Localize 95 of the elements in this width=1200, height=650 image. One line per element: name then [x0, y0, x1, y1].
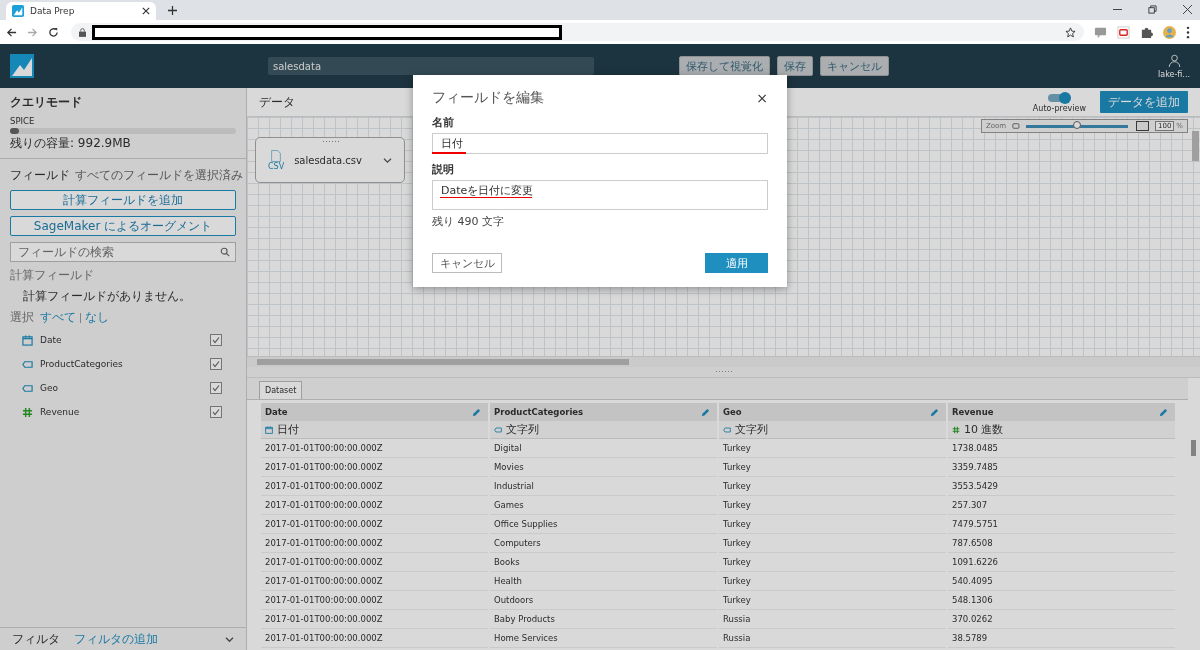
table-cell: 370.0262: [948, 610, 1175, 629]
table-cell: 540.4095: [948, 572, 1175, 591]
tab-title: Data Prep: [30, 6, 76, 16]
table-cell: Turkey: [719, 553, 946, 572]
table-cell: Baby Products: [490, 610, 717, 629]
table-cell: 2017-01-01T00:00:00.000Z: [261, 477, 488, 496]
column-header[interactable]: ProductCategories: [490, 403, 717, 421]
table-cell: 257.307: [948, 496, 1175, 515]
table-cell: 3553.5429: [948, 477, 1175, 496]
field-name: ProductCategories: [40, 359, 124, 369]
table-cell: 2017-01-01T00:00:00.000Z: [261, 458, 488, 477]
capacity-text: 残りの容量: 992.9MB: [10, 135, 132, 152]
file-name: salesdata.csv: [294, 154, 363, 166]
table-cell: 2017-01-01T00:00:00.000Z: [261, 496, 488, 515]
column-name: Date: [265, 407, 288, 417]
cancel-button[interactable]: キャンセル: [432, 253, 502, 273]
header-button[interactable]: 保存: [777, 56, 813, 76]
select-label: 選択: [10, 309, 34, 326]
table-cell: Games: [490, 496, 717, 515]
table-cell: 38.5789: [948, 629, 1175, 648]
section-title: 計算フィールド: [10, 267, 95, 284]
table-cell: Turkey: [719, 534, 946, 553]
column-header[interactable]: Revenue: [948, 403, 1175, 421]
table-cell: Books: [490, 553, 717, 572]
table-cell: Turkey: [719, 439, 946, 458]
header-button[interactable]: 保存して視覚化: [679, 56, 770, 76]
section-title: クエリモード: [10, 94, 83, 111]
fields-status: すべてのフィールドを選択済み: [75, 167, 243, 184]
table-cell: Office Supplies: [490, 515, 717, 534]
table-cell: 2017-01-01T00:00:00.000Z: [261, 591, 488, 610]
column-header[interactable]: Date: [261, 403, 488, 421]
add-data-button[interactable]: データを追加: [1100, 91, 1188, 113]
apply-button[interactable]: 適用: [705, 253, 768, 273]
table-cell: Digital: [490, 439, 717, 458]
table-cell: Computers: [490, 534, 717, 553]
column-name: ProductCategories: [494, 407, 584, 417]
table-cell: 2017-01-01T00:00:00.000Z: [261, 439, 488, 458]
header-button[interactable]: キャンセル: [820, 56, 889, 76]
table-cell: 7479.5751: [948, 515, 1175, 534]
file-type-label: CSV: [268, 161, 285, 171]
table-cell: Turkey: [719, 458, 946, 477]
field-name: Geo: [40, 383, 60, 393]
table-cell: 548.1306: [948, 591, 1175, 610]
user-name: lake-fi...: [1158, 69, 1190, 79]
table-cell: 1738.0485: [948, 439, 1175, 458]
add-calculated-field-button[interactable]: 計算フィールドを追加: [10, 190, 236, 210]
table-cell: Russia: [719, 610, 946, 629]
dataset-name-field[interactable]: salesdata: [268, 57, 594, 75]
table-cell: Turkey: [719, 496, 946, 515]
table-cell: Russia: [719, 629, 946, 648]
type-label: 10 進数: [964, 422, 1004, 437]
column-name: Revenue: [952, 407, 994, 417]
table-cell: Industrial: [490, 477, 717, 496]
type-label: 日付: [277, 422, 299, 437]
table-cell: Home Services: [490, 629, 717, 648]
table-cell: 787.6508: [948, 534, 1175, 553]
name-field[interactable]: 日付: [432, 133, 768, 154]
table-cell: 3359.7485: [948, 458, 1175, 477]
toggle-label: Auto-preview: [1032, 103, 1086, 113]
type-label: 文字列: [506, 422, 539, 437]
table-cell: 2017-01-01T00:00:00.000Z: [261, 572, 488, 591]
empty-message: 計算フィールドがありません。: [23, 288, 192, 305]
field-label: 説明: [432, 161, 455, 177]
spice-label: SPICE: [10, 116, 36, 126]
table-cell: Outdoors: [490, 591, 717, 610]
field-label: 名前: [432, 115, 455, 130]
table-cell: Turkey: [719, 591, 946, 610]
table-cell: Turkey: [719, 477, 946, 496]
search-field[interactable]: フィールドの検索: [10, 242, 236, 262]
description-field[interactable]: Dateを日付に変更: [432, 179, 768, 210]
section-title: データ: [259, 93, 295, 111]
table-cell: 2017-01-01T00:00:00.000Z: [261, 610, 488, 629]
table-cell: 1091.6226: [948, 553, 1175, 572]
data-source-card[interactable]: CSV salesdata.csv: [255, 137, 405, 183]
dataset-tab[interactable]: Dataset: [259, 381, 303, 399]
table-cell: 2017-01-01T00:00:00.000Z: [261, 553, 488, 572]
section-title: フィルタ: [12, 630, 60, 648]
type-label: 文字列: [735, 422, 768, 437]
character-count: 残り 490 文字: [432, 214, 505, 229]
section-title: フィールド: [10, 167, 70, 184]
table-cell: Health: [490, 572, 717, 591]
dialog-title: フィールドを編集: [432, 89, 544, 107]
table-cell: Turkey: [719, 515, 946, 534]
table-cell: 2017-01-01T00:00:00.000Z: [261, 629, 488, 648]
table-cell: 2017-01-01T00:00:00.000Z: [261, 515, 488, 534]
browser-tab[interactable]: Data Prep: [6, 2, 156, 20]
close-button[interactable]: ×: [756, 91, 768, 105]
column-header[interactable]: Geo: [719, 403, 946, 421]
table-cell: Turkey: [719, 572, 946, 591]
field-name: Date: [40, 335, 63, 345]
column-name: Geo: [723, 407, 742, 417]
field-name: Revenue: [40, 407, 81, 417]
table-cell: 2017-01-01T00:00:00.000Z: [261, 534, 488, 553]
sagemaker-button[interactable]: SageMaker によるオーグメント: [10, 216, 236, 236]
table-cell: Movies: [490, 458, 717, 477]
